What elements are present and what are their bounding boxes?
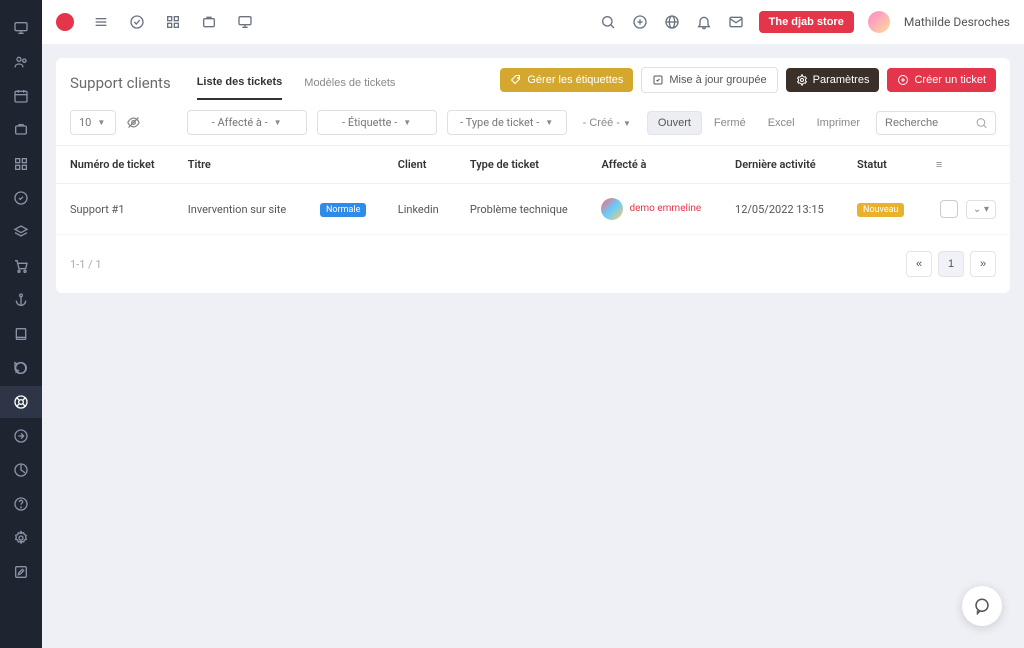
filter-row: 10 ▼ - Affecté à - ▼ - Étiquette - ▼ - Type… (56, 100, 1010, 146)
column-settings-icon[interactable]: ≡ (936, 158, 942, 171)
manage-labels-label: Gérer les étiquettes (527, 74, 623, 86)
type-filter-label: - Type de ticket - (460, 116, 539, 129)
tab-ticket-list[interactable]: Liste des tickets (197, 66, 283, 100)
cell-title: Invervention sur site (174, 184, 306, 235)
row-checkbox[interactable] (940, 200, 958, 218)
page-size-select[interactable]: 10 ▼ (70, 110, 116, 135)
add-circle-icon[interactable] (631, 13, 649, 31)
avatar[interactable] (868, 11, 890, 33)
sidebar-item-calendar[interactable] (0, 80, 42, 112)
sidebar-item-book[interactable] (0, 318, 42, 350)
label-filter-label: - Étiquette - (342, 116, 397, 129)
bulk-update-label: Mise à jour groupée (669, 74, 766, 86)
visibility-off-icon[interactable] (126, 115, 141, 130)
page-title: Support clients (70, 74, 171, 92)
mail-icon[interactable] (727, 13, 745, 31)
menu-icon[interactable] (92, 13, 110, 31)
created-filter-label: - Créé - (583, 117, 620, 129)
status-badge: Nouveau (857, 203, 904, 217)
sidebar-item-help[interactable] (0, 488, 42, 520)
cell-type: Problème technique (456, 184, 588, 235)
briefcase-icon[interactable] (200, 13, 218, 31)
plus-circle-icon (897, 74, 909, 86)
col-status[interactable]: Statut (843, 146, 922, 184)
ticket-panel: Support clients Liste des tickets Modèle… (56, 58, 1010, 293)
col-assigned[interactable]: Affecté à (587, 146, 721, 184)
manage-labels-button[interactable]: Gérer les étiquettes (500, 68, 633, 92)
username: Mathilde Desroches (904, 15, 1010, 29)
page-size-value: 10 (79, 116, 91, 129)
export-excel-button[interactable]: Excel (762, 113, 801, 133)
check-circle-icon[interactable] (128, 13, 146, 31)
pager-first[interactable]: « (906, 251, 932, 277)
created-filter[interactable]: - Créé - ▼ (577, 113, 637, 133)
sidebar-item-edit[interactable] (0, 556, 42, 588)
create-ticket-label: Créer un ticket (914, 74, 986, 86)
sidebar-item-forward[interactable] (0, 420, 42, 452)
gear-icon (796, 74, 808, 86)
chevron-down-icon: ▼ (403, 118, 411, 127)
chevron-down-icon: ▼ (274, 118, 282, 127)
store-badge[interactable]: The djab store (759, 11, 854, 33)
tag-icon (510, 74, 522, 86)
col-type[interactable]: Type de ticket (456, 146, 588, 184)
settings-label: Paramètres (813, 74, 870, 86)
chat-fab[interactable] (962, 586, 1002, 626)
sidebar-item-settings[interactable] (0, 522, 42, 554)
cell-ticket-no: Support #1 (56, 184, 174, 235)
grid-icon[interactable] (164, 13, 182, 31)
bulk-update-button[interactable]: Mise à jour groupée (641, 67, 777, 93)
display-icon[interactable] (236, 13, 254, 31)
col-ticket-no[interactable]: Numéro de ticket (56, 146, 174, 184)
assigned-filter-label: - Affecté à - (212, 116, 268, 129)
sidebar-item-contacts[interactable] (0, 46, 42, 78)
search-icon (975, 116, 988, 129)
logo (56, 13, 74, 31)
chevron-down-icon: ▼ (545, 118, 553, 127)
paging-info: 1-1 / 1 (70, 258, 102, 271)
sidebar-item-dashboard[interactable] (0, 12, 42, 44)
sidebar (0, 0, 42, 648)
status-open-button[interactable]: Ouvert (647, 111, 702, 135)
search-icon[interactable] (599, 13, 617, 31)
type-filter[interactable]: - Type de ticket - ▼ (447, 110, 567, 135)
globe-icon[interactable] (663, 13, 681, 31)
settings-button[interactable]: Paramètres (786, 68, 880, 92)
sidebar-item-apps[interactable] (0, 148, 42, 180)
col-title[interactable]: Titre (174, 146, 306, 184)
bell-icon[interactable] (695, 13, 713, 31)
cell-client: Linkedin (384, 184, 456, 235)
table-row[interactable]: Support #1 Invervention sur site Normale… (56, 184, 1010, 235)
sidebar-item-cart[interactable] (0, 250, 42, 282)
assignee-avatar (601, 198, 623, 220)
tab-ticket-templates[interactable]: Modèles de tickets (304, 66, 395, 100)
pager-page-1[interactable]: 1 (938, 251, 964, 277)
sidebar-item-support[interactable] (0, 386, 42, 418)
tabs: Liste des tickets Modèles de tickets (197, 66, 396, 100)
col-client[interactable]: Client (384, 146, 456, 184)
tickets-table: Numéro de ticket Titre Client Type de ti… (56, 146, 1010, 235)
sidebar-item-projects[interactable] (0, 114, 42, 146)
cell-activity: 12/05/2022 13:15 (721, 184, 843, 235)
print-button[interactable]: Imprimer (811, 113, 866, 133)
col-activity[interactable]: Dernière activité (721, 146, 843, 184)
row-actions-button[interactable]: ⌄ ▾ (966, 200, 996, 219)
pager-last[interactable]: » (970, 251, 996, 277)
sidebar-item-stack[interactable] (0, 216, 42, 248)
label-filter[interactable]: - Étiquette - ▼ (317, 110, 437, 135)
cell-assigned[interactable]: demo emmeline (629, 203, 701, 215)
priority-badge: Normale (320, 203, 366, 217)
topbar: The djab store Mathilde Desroches (42, 0, 1024, 44)
sidebar-item-chat[interactable] (0, 352, 42, 384)
create-ticket-button[interactable]: Créer un ticket (887, 68, 996, 92)
assigned-filter[interactable]: - Affecté à - ▼ (187, 110, 307, 135)
sidebar-item-analytics[interactable] (0, 454, 42, 486)
chevron-down-icon: ▼ (623, 119, 631, 128)
edit-icon (652, 74, 664, 86)
status-closed-button[interactable]: Fermé (708, 113, 752, 133)
sidebar-item-tasks[interactable] (0, 182, 42, 214)
chevron-down-icon: ▼ (97, 118, 105, 127)
sidebar-item-anchor[interactable] (0, 284, 42, 316)
